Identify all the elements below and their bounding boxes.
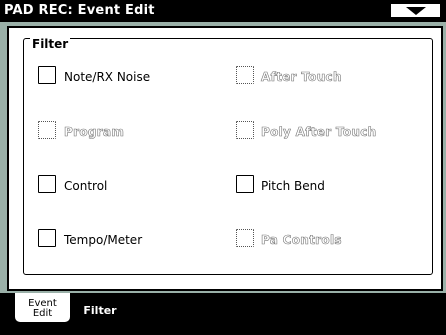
checkbox-after-touch[interactable] — [236, 66, 254, 84]
tab-filter[interactable]: Filter — [75, 298, 125, 324]
checkbox-tempo-meter[interactable] — [38, 229, 56, 247]
checkbox-note-rx-noise[interactable] — [38, 66, 56, 84]
down-triangle-icon — [406, 7, 426, 15]
checkbox-pa-controls[interactable] — [236, 229, 254, 247]
filter-group-title: Filter — [30, 37, 71, 51]
event-edit-screen: PAD REC: Event Edit Filter Note/RX Noise… — [0, 0, 446, 335]
checkbox-program[interactable] — [38, 121, 56, 139]
title-bar: PAD REC: Event Edit — [0, 0, 446, 22]
checkbox-label-after-touch: After Touch — [261, 70, 342, 85]
checkbox-label-pa-controls: Pa Controls — [261, 233, 342, 248]
checkbox-label-note-rx-noise: Note/RX Noise — [64, 70, 151, 84]
page-menu-button[interactable] — [390, 3, 441, 18]
checkbox-control[interactable] — [38, 175, 56, 193]
checkbox-pitch-bend[interactable] — [236, 175, 254, 193]
checkbox-label-program: Program — [64, 125, 125, 140]
tab-event-edit-label-line2: Edit — [32, 308, 53, 319]
page-title: PAD REC: Event Edit — [4, 3, 155, 18]
checkbox-label-poly-after-touch: Poly After Touch — [261, 125, 377, 140]
tab-event-edit[interactable]: Event Edit — [14, 293, 71, 323]
checkbox-label-pitch-bend: Pitch Bend — [261, 179, 325, 193]
checkbox-label-tempo-meter: Tempo/Meter — [64, 233, 143, 247]
bottom-strip — [0, 324, 446, 335]
checkbox-label-control: Control — [64, 179, 108, 193]
checkbox-poly-after-touch[interactable] — [236, 121, 254, 139]
